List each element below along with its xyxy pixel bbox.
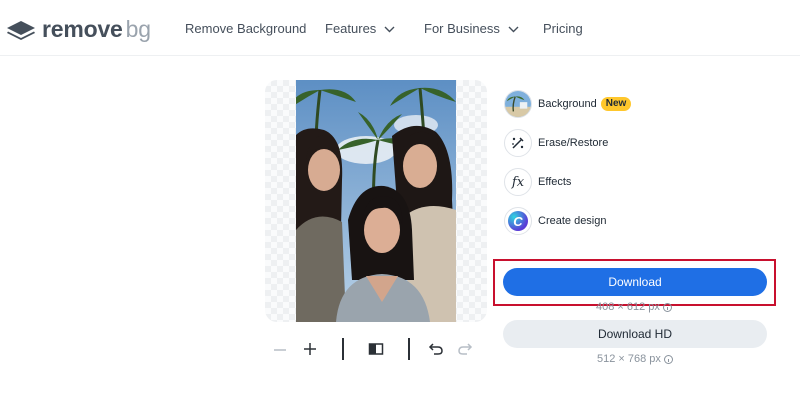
download-size-text: 408 × 612 px: [596, 301, 660, 313]
download-size-info: 408 × 612 px: [596, 301, 672, 313]
nav-features[interactable]: Features: [325, 21, 395, 36]
minus-icon[interactable]: [273, 343, 287, 361]
result-photo: [290, 80, 456, 322]
effects-label: Effects: [538, 176, 572, 188]
undo-icon[interactable]: [428, 341, 444, 361]
background-thumbnail-icon: [504, 90, 532, 118]
canva-logo-icon: C: [504, 207, 532, 235]
toolbar-divider: [342, 338, 344, 360]
download-hd-button[interactable]: Download HD: [503, 320, 767, 348]
erase-restore-label: Erase/Restore: [538, 137, 609, 149]
image-preview-canvas[interactable]: [265, 80, 487, 322]
info-icon[interactable]: [662, 302, 672, 312]
nav-for-business-label: For Business: [424, 21, 500, 36]
download-highlight-box: [493, 259, 776, 306]
download-hd-size-text: 512 × 768 px: [597, 353, 661, 365]
background-label: Background: [538, 98, 597, 110]
info-icon[interactable]: [663, 354, 673, 364]
compare-icon[interactable]: [368, 342, 384, 361]
nav-remove-background-label: Remove Background: [185, 21, 307, 36]
preview-toolbar: [270, 338, 480, 360]
layers-logo-icon: [6, 17, 36, 41]
download-hd-size-info: 512 × 768 px: [597, 353, 673, 365]
nav-remove-background[interactable]: Remove Background: [185, 21, 306, 36]
effects-glyph: fx: [511, 174, 525, 190]
top-navigation-bar: remove bg Remove Background Features For …: [0, 0, 800, 56]
removebg-logo[interactable]: remove bg: [6, 16, 151, 42]
toolbar-divider: [408, 338, 410, 360]
sidebar-item-background[interactable]: Background New: [504, 90, 632, 118]
sidebar-item-effects[interactable]: fx Effects: [504, 168, 571, 196]
logo-text: remove bg: [42, 15, 151, 42]
create-design-label: Create design: [538, 215, 607, 227]
redo-icon[interactable]: [457, 341, 473, 361]
plus-icon[interactable]: [303, 342, 317, 361]
logo-name: remove: [42, 15, 123, 42]
new-badge: New: [600, 97, 632, 111]
logo-suffix: bg: [125, 15, 151, 42]
nav-for-business[interactable]: For Business: [424, 21, 519, 36]
nav-features-label: Features: [325, 21, 377, 36]
chevron-down-icon: [384, 21, 395, 36]
sidebar-item-erase-restore[interactable]: Erase/Restore: [504, 129, 608, 157]
effects-icon: fx: [504, 168, 532, 196]
chevron-down-icon: [508, 21, 519, 36]
nav-pricing-label: Pricing: [543, 21, 583, 36]
brush-icon: [504, 129, 532, 157]
nav-pricing[interactable]: Pricing: [543, 21, 583, 36]
canva-logo-glyph: C: [508, 211, 528, 231]
sidebar-item-create-design[interactable]: C Create design: [504, 207, 607, 235]
